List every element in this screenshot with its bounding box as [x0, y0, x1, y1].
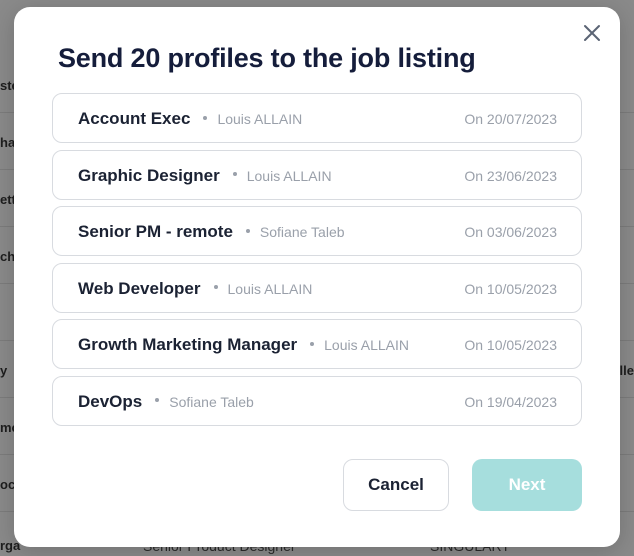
job-listing-title: Graphic Designer — [78, 165, 220, 185]
job-listing-date: On 10/05/2023 — [464, 337, 557, 353]
job-listing-item[interactable]: Growth Marketing Manager Louis ALLAIN On … — [52, 319, 582, 369]
job-listing-item[interactable]: DevOps Sofiane Taleb On 19/04/2023 — [52, 375, 582, 426]
job-listing-list: Account Exec Louis ALLAIN On 20/07/2023 G… — [52, 93, 582, 432]
job-listing-owner: Louis ALLAIN — [246, 167, 332, 184]
job-listing-item[interactable]: Senior PM - remote Sofiane Taleb On 03/06… — [52, 206, 582, 256]
background-text: ch — [0, 249, 16, 264]
job-listing-owner: Louis ALLAIN — [324, 337, 409, 353]
background-text: oc — [0, 477, 16, 492]
cancel-button[interactable]: Cancel — [343, 459, 449, 511]
background-text: ha — [0, 135, 16, 150]
job-listing-item[interactable]: Graphic Designer Louis ALLAIN On 23/06/20… — [52, 149, 582, 200]
job-listing-title: Senior PM - remote — [78, 222, 233, 241]
job-listing-item[interactable]: Account Exec Louis ALLAIN On 20/07/2023 — [52, 93, 582, 143]
separator-dot — [203, 115, 208, 120]
separator-dot — [213, 285, 218, 290]
separator-dot — [245, 228, 250, 233]
job-listing-title-row: Account Exec Louis ALLAIN — [78, 109, 302, 129]
job-listing-title: DevOps — [78, 391, 143, 411]
job-listing-date: On 23/06/2023 — [464, 167, 557, 184]
background-text: y — [0, 363, 8, 378]
job-listing-owner: Sofiane Taleb — [259, 224, 345, 240]
job-listing-title-row: Senior PM - remote Sofiane Taleb — [78, 222, 345, 242]
close-icon — [584, 25, 600, 41]
job-listing-title: Growth Marketing Manager — [78, 335, 298, 354]
job-listing-date: On 10/05/2023 — [464, 280, 557, 297]
send-profiles-modal: Send 20 profiles to the job listing Acco… — [14, 7, 620, 547]
job-listing-item[interactable]: Web Developer Louis ALLAIN On 10/05/2023 — [52, 262, 582, 313]
background-text: lle — [619, 363, 634, 378]
job-listing-date: On 20/07/2023 — [464, 111, 557, 127]
job-listing-title: Account Exec — [78, 109, 191, 128]
close-button[interactable] — [581, 22, 603, 44]
separator-dot — [310, 341, 315, 346]
job-listing-owner: Louis ALLAIN — [217, 111, 303, 127]
job-listing-owner: Louis ALLAIN — [227, 280, 313, 297]
job-listing-date: On 19/04/2023 — [464, 393, 557, 410]
separator-dot — [155, 398, 160, 403]
job-listing-title-row: Growth Marketing Manager Louis ALLAIN — [78, 335, 409, 355]
separator-dot — [232, 172, 237, 177]
job-listing-title: Web Developer — [78, 278, 201, 298]
next-button[interactable]: Next — [472, 459, 582, 511]
job-listing-owner: Sofiane Taleb — [169, 393, 254, 410]
job-listing-title-row: DevOps Sofiane Taleb — [78, 392, 254, 412]
job-listing-title-row: Web Developer Louis ALLAIN — [78, 279, 312, 299]
job-listing-date: On 03/06/2023 — [464, 224, 557, 240]
modal-title: Send 20 profiles to the job listing — [58, 43, 476, 73]
job-listing-title-row: Graphic Designer Louis ALLAIN — [78, 166, 332, 186]
